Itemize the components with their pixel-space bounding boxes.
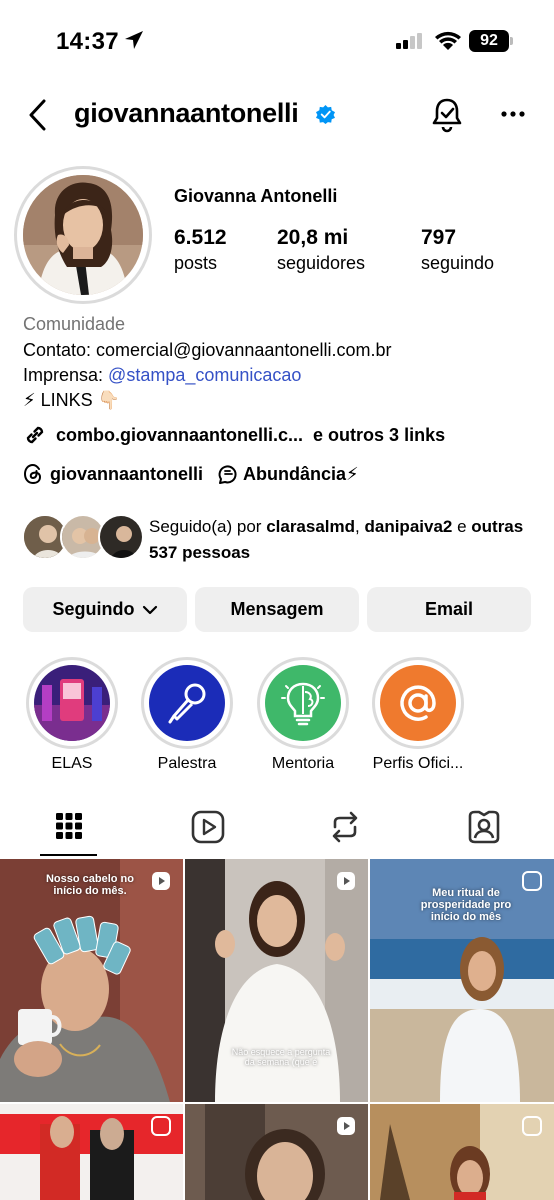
at-sign-icon bbox=[380, 665, 456, 741]
battery-nub bbox=[510, 37, 513, 45]
highlight-ring bbox=[26, 657, 118, 749]
post-thumbnail[interactable]: Nosso cabelo no início do mês. bbox=[0, 859, 183, 1102]
stat-followers-value: 20,8 mi bbox=[277, 226, 349, 249]
press-mention-link[interactable]: @stampa_comunicacao bbox=[108, 365, 301, 385]
highlight-label: ELAS bbox=[51, 755, 93, 772]
stat-posts[interactable]: 6.512 posts bbox=[174, 226, 227, 274]
post-thumbnail[interactable]: Meu ritual de prosperidade pro início do… bbox=[370, 859, 554, 1102]
highlight-label: Perfis Ofici... bbox=[372, 755, 464, 772]
status-time: 14:37 bbox=[56, 28, 119, 55]
reposts-tab-icon[interactable] bbox=[329, 810, 361, 844]
microphone-icon bbox=[149, 665, 225, 741]
multiple-photos-icon bbox=[522, 871, 542, 891]
followed-prefix: Seguido(a) por bbox=[149, 517, 267, 536]
highlight-label: Palestra bbox=[157, 755, 217, 772]
email-button-label: Email bbox=[424, 599, 474, 619]
highlight-palestra[interactable]: Palestra bbox=[141, 657, 233, 773]
post-thumbnail[interactable] bbox=[0, 1104, 183, 1200]
multiple-photos-icon bbox=[522, 1116, 542, 1136]
tagged-tab-icon[interactable] bbox=[467, 810, 501, 844]
stat-following-label: seguindo bbox=[421, 253, 495, 273]
back-chevron-icon[interactable] bbox=[26, 98, 50, 132]
external-links-row[interactable]: combo.giovannaantonelli.c... e outros 3 … bbox=[22, 422, 445, 448]
cellular-signal-icon bbox=[396, 33, 422, 49]
post-caption: Nosso cabelo no início do mês. bbox=[45, 873, 135, 897]
post-thumbnail[interactable]: Não esquece a pergunta da semana (que é bbox=[185, 859, 368, 1102]
message-button-label: Mensagem bbox=[230, 599, 324, 619]
battery-indicator: 92 bbox=[469, 30, 509, 52]
multiple-photos-icon bbox=[151, 1116, 171, 1136]
profile-header: giovannaantonelli bbox=[0, 92, 554, 138]
highlight-ring bbox=[257, 657, 349, 749]
highlight-perfis-oficiais[interactable]: Perfis Ofici... bbox=[372, 657, 464, 773]
post-thumbnail[interactable] bbox=[185, 1104, 368, 1200]
grid-posts-icon[interactable] bbox=[55, 810, 83, 842]
broadcast-channel-icon bbox=[218, 465, 237, 484]
followed-user-2[interactable]: danipaiva2 bbox=[364, 517, 452, 536]
more-options-icon[interactable] bbox=[500, 110, 526, 118]
highlight-ring bbox=[141, 657, 233, 749]
email-button[interactable]: Email bbox=[367, 587, 531, 632]
profile-username: giovannaantonelli bbox=[74, 98, 299, 128]
profile-avatar[interactable] bbox=[23, 175, 143, 295]
bio-contact: Contato: comercial@giovannaantonelli.com… bbox=[23, 340, 392, 360]
follower-avatar bbox=[98, 514, 144, 560]
verified-badge-icon bbox=[316, 105, 335, 124]
message-button[interactable]: Mensagem bbox=[195, 587, 359, 632]
stat-posts-value: 6.512 bbox=[174, 226, 227, 249]
post-thumbnail[interactable] bbox=[370, 1104, 554, 1200]
stat-followers-label: seguidores bbox=[277, 253, 366, 273]
stat-following-value: 797 bbox=[421, 226, 457, 249]
reel-indicator-icon bbox=[337, 872, 355, 890]
broadcast-channel-name[interactable]: Abundância⚡ bbox=[243, 464, 359, 485]
followed-and: e bbox=[452, 517, 472, 536]
reel-indicator-icon bbox=[152, 872, 170, 890]
threads-icon bbox=[23, 463, 42, 485]
chevron-down-icon bbox=[142, 605, 157, 614]
bio-links-line: ⚡ LINKS 👇🏻 bbox=[23, 390, 121, 410]
external-link-url[interactable]: combo.giovannaantonelli.c... bbox=[56, 425, 303, 446]
stat-followers[interactable]: 20,8 mi seguidores bbox=[277, 226, 365, 274]
active-tab-indicator bbox=[40, 854, 97, 856]
status-bar: 14:37 92 bbox=[0, 0, 554, 84]
reels-tab-icon[interactable] bbox=[191, 810, 225, 844]
stat-posts-label: posts bbox=[174, 253, 218, 273]
reel-indicator-icon bbox=[337, 1117, 355, 1135]
highlight-ring bbox=[372, 657, 464, 749]
post-caption: Meu ritual de prosperidade pro início do… bbox=[420, 887, 512, 923]
bio-press: Imprensa: @stampa_comunicacao bbox=[23, 365, 301, 386]
bio-press-prefix: Imprensa: bbox=[23, 365, 109, 385]
notification-bell-icon[interactable] bbox=[430, 96, 464, 134]
wifi-icon bbox=[435, 31, 461, 50]
threads-row: giovannaantonelli Abundância⚡ bbox=[22, 463, 359, 485]
followed-by-text[interactable]: Seguido(a) por clarasalmd, danipaiva2 e … bbox=[149, 514, 539, 566]
location-arrow-icon bbox=[125, 31, 143, 49]
following-button-label: Seguindo bbox=[52, 599, 135, 619]
highlight-cover bbox=[34, 665, 110, 741]
stat-following[interactable]: 797 seguindo bbox=[421, 226, 494, 274]
link-chain-icon bbox=[26, 426, 44, 444]
followed-user-1[interactable]: clarasalmd bbox=[266, 517, 355, 536]
threads-handle[interactable]: giovannaantonelli bbox=[50, 464, 203, 485]
highlight-elas[interactable]: ELAS bbox=[26, 657, 118, 773]
profile-tabs bbox=[0, 800, 554, 858]
profile-category: Comunidade bbox=[23, 314, 126, 334]
more-links-label[interactable]: e outros 3 links bbox=[313, 425, 445, 446]
post-caption: Não esquece a pergunta da semana (que é bbox=[231, 1047, 331, 1067]
lightbulb-brain-icon bbox=[265, 665, 341, 741]
following-button[interactable]: Seguindo bbox=[23, 587, 187, 632]
highlight-mentoria[interactable]: Mentoria bbox=[257, 657, 349, 773]
profile-full-name: Giovanna Antonelli bbox=[174, 186, 338, 206]
highlight-label: Mentoria bbox=[271, 755, 335, 772]
